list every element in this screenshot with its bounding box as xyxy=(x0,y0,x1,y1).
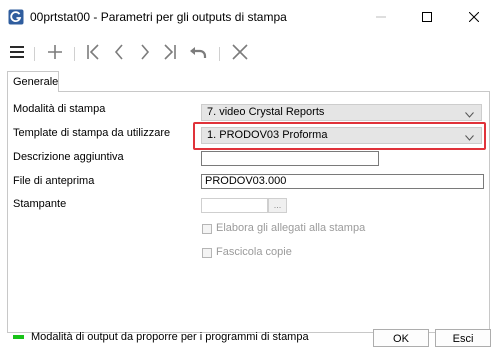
print-mode-label: Modalità di stampa xyxy=(13,103,106,115)
first-record-button[interactable] xyxy=(82,36,104,68)
ok-button[interactable]: OK xyxy=(373,329,429,347)
print-mode-value: 7. video Crystal Reports xyxy=(207,106,325,118)
undo-icon xyxy=(190,47,207,58)
window-title: 00prtstat00 - Parametri per gli outputs … xyxy=(30,10,287,24)
status-indicator-icon xyxy=(13,335,24,339)
printer-label: Stampante xyxy=(13,198,67,210)
toolbar xyxy=(0,36,497,68)
attach-checkbox[interactable] xyxy=(202,224,212,234)
close-icon xyxy=(469,12,479,22)
preview-file-label: File di anteprima xyxy=(13,175,95,187)
first-icon xyxy=(87,44,99,60)
print-mode-select[interactable]: 7. video Crystal Reports xyxy=(201,104,482,121)
menu-icon xyxy=(10,46,24,58)
template-label: Template di stampa da utilizzare xyxy=(13,127,171,139)
attach-checkbox-label: Elabora gli allegati alla stampa xyxy=(216,222,366,234)
previous-record-button[interactable] xyxy=(108,36,130,68)
close-button[interactable] xyxy=(451,0,497,34)
delete-icon xyxy=(232,44,248,60)
template-value: 1. PRODOV03 Proforma xyxy=(207,129,328,141)
next-icon xyxy=(141,44,150,60)
minimize-icon xyxy=(376,16,386,18)
next-record-button[interactable] xyxy=(134,36,156,68)
undo-button[interactable] xyxy=(186,36,210,68)
previous-icon xyxy=(114,44,123,60)
toolbar-separator xyxy=(74,47,75,61)
exit-button[interactable]: Esci xyxy=(435,329,491,347)
chevron-down-icon xyxy=(465,109,474,121)
template-select[interactable]: 1. PRODOV03 Proforma xyxy=(201,127,482,144)
chevron-down-icon xyxy=(465,132,474,144)
description-label: Descrizione aggiuntiva xyxy=(13,151,124,163)
minimize-button[interactable] xyxy=(358,0,404,34)
printer-field[interactable] xyxy=(201,198,268,213)
collate-checkbox[interactable] xyxy=(202,248,212,258)
add-icon xyxy=(48,45,62,59)
title-bar: 00prtstat00 - Parametri per gli outputs … xyxy=(0,0,497,34)
maximize-button[interactable] xyxy=(404,0,450,34)
last-icon xyxy=(164,44,176,60)
tab-generale[interactable]: Generale xyxy=(7,71,59,92)
maximize-icon xyxy=(422,12,432,22)
status-text: Modalità di output da proporre per i pro… xyxy=(31,331,309,343)
menu-button[interactable] xyxy=(6,36,28,68)
toolbar-separator xyxy=(34,47,35,61)
printer-browse-button[interactable]: ... xyxy=(268,198,287,213)
preview-file-field[interactable]: PRODOV03.000 xyxy=(201,174,484,189)
last-record-button[interactable] xyxy=(158,36,182,68)
toolbar-separator xyxy=(219,47,220,61)
app-g-icon xyxy=(8,9,24,25)
delete-button[interactable] xyxy=(228,36,252,68)
add-button[interactable] xyxy=(44,36,66,68)
description-field[interactable] xyxy=(201,151,379,166)
collate-checkbox-label: Fascicola copie xyxy=(216,246,292,258)
